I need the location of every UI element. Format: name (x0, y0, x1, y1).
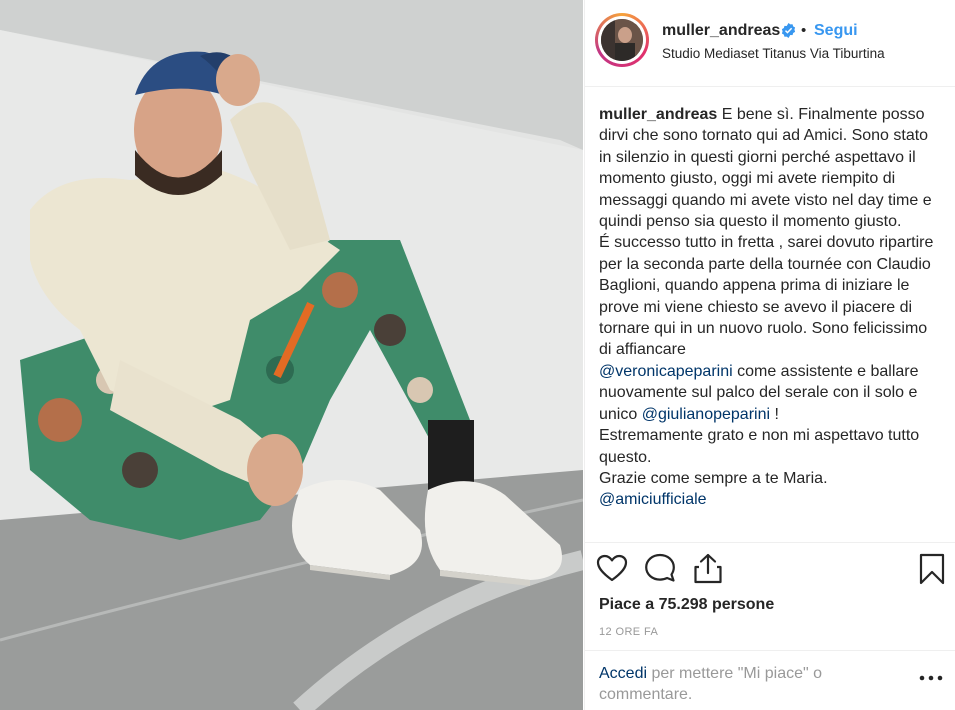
post-photo-illustration (0, 0, 583, 710)
mention-link[interactable]: @giulianopeparini (642, 406, 770, 423)
divider (585, 650, 955, 651)
mention-link[interactable]: @veronicapeparini (599, 363, 733, 380)
post-caption: muller_andreas E bene sì. Finalmente pos… (599, 104, 944, 511)
header-username[interactable]: muller_andreas (662, 22, 780, 40)
avatar-image (601, 19, 643, 61)
caption-text-1: E bene sì. Finalmente posso dirvi che so… (599, 106, 934, 359)
caption-username[interactable]: muller_andreas (599, 106, 717, 123)
header-separator: • (801, 22, 807, 39)
heart-icon[interactable] (595, 552, 629, 586)
login-link[interactable]: Accedi (599, 665, 647, 682)
follow-button[interactable]: Segui (814, 22, 858, 40)
post-timestamp[interactable]: 12 ORE FA (599, 626, 658, 638)
comment-icon[interactable] (643, 552, 677, 586)
avatar-ring-inner (598, 16, 646, 64)
verified-badge-icon (781, 23, 796, 38)
post-header: muller_andreas • Segui Studio Mediaset T… (585, 0, 955, 87)
post-photo[interactable] (0, 0, 583, 710)
post-sidebar: muller_andreas • Segui Studio Mediaset T… (584, 0, 955, 710)
bookmark-icon[interactable] (915, 552, 949, 586)
instagram-post: muller_andreas • Segui Studio Mediaset T… (0, 0, 955, 710)
login-prompt: Accedi per mettere "Mi piace" o commenta… (599, 663, 859, 705)
divider (585, 542, 955, 543)
post-location[interactable]: Studio Mediaset Titanus Via Tiburtina (662, 46, 885, 61)
share-icon[interactable] (691, 552, 725, 586)
avatar-photo (601, 19, 643, 61)
mention-link[interactable]: @amiciufficiale (599, 491, 707, 508)
more-options-icon[interactable] (917, 670, 945, 686)
likes-count[interactable]: Piace a 75.298 persone (599, 596, 774, 614)
avatar[interactable] (595, 13, 649, 67)
